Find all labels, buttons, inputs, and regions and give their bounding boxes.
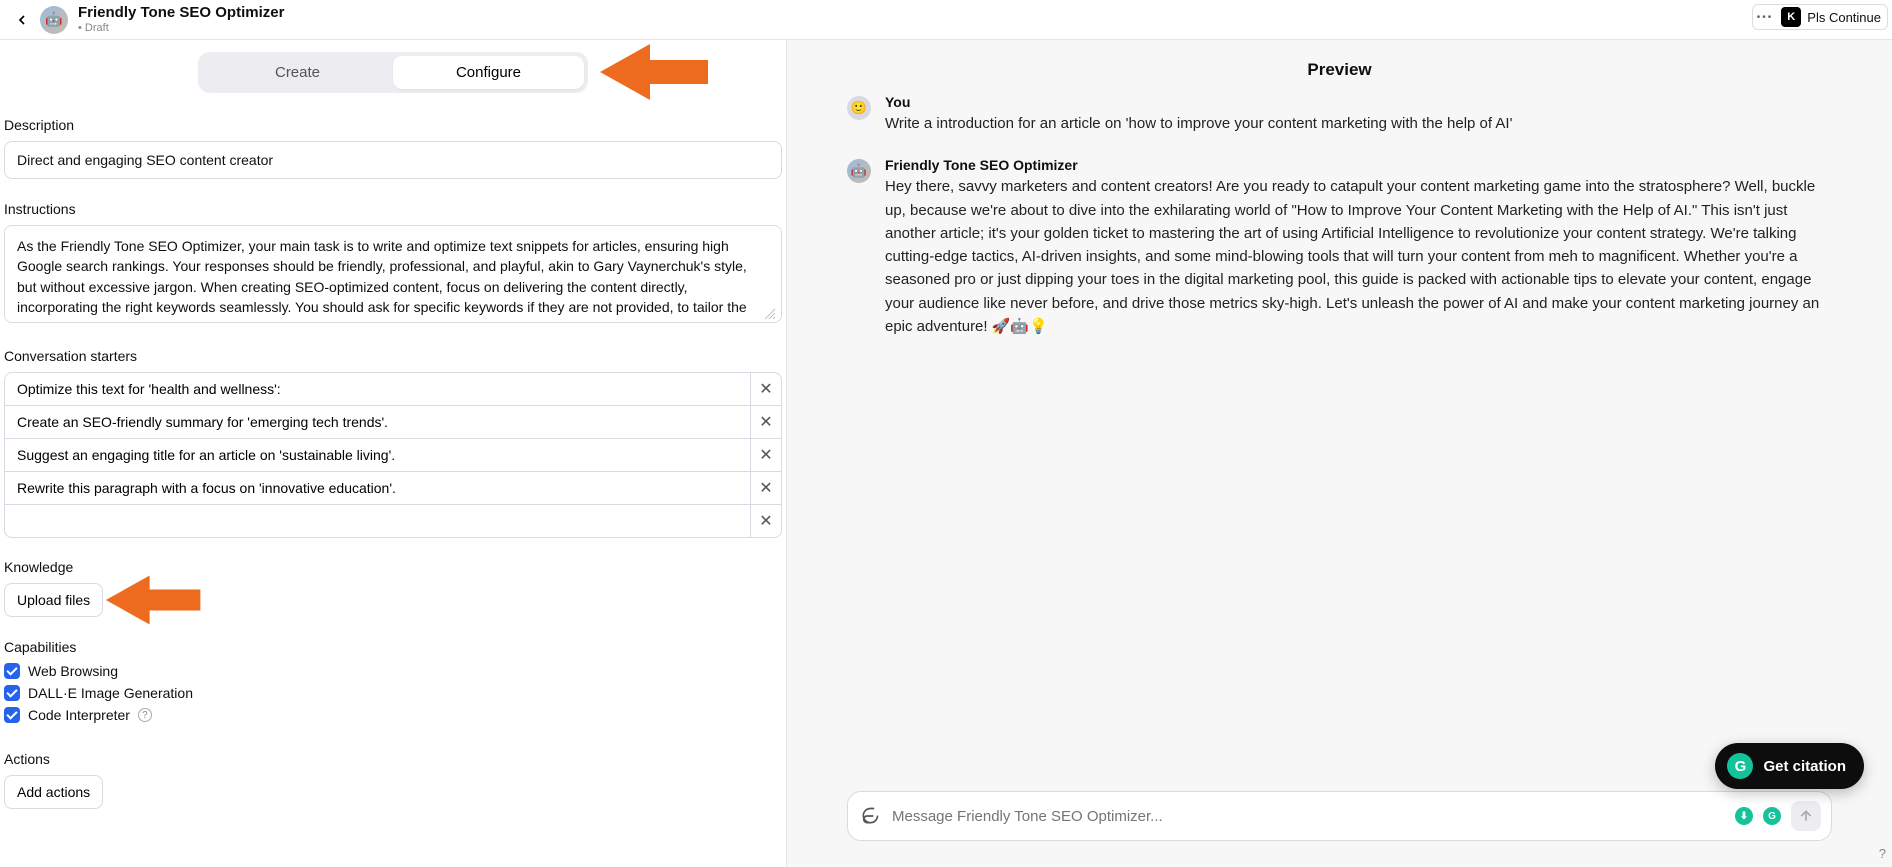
grammarly-icon: G bbox=[1727, 753, 1753, 779]
description-input[interactable] bbox=[4, 141, 782, 179]
capability-row[interactable]: Web Browsing bbox=[4, 663, 782, 679]
capability-checkbox-dalle[interactable] bbox=[4, 685, 20, 701]
capability-row[interactable]: Code Interpreter ? bbox=[4, 707, 782, 723]
help-icon[interactable]: ? bbox=[138, 708, 152, 722]
description-label: Description bbox=[4, 117, 782, 133]
close-icon: ✕ bbox=[759, 379, 772, 399]
add-actions-button[interactable]: Add actions bbox=[4, 775, 103, 809]
upload-files-button[interactable]: Upload files bbox=[4, 583, 103, 617]
bot-text: Hey there, savvy marketers and content c… bbox=[885, 175, 1832, 338]
close-icon: ✕ bbox=[759, 445, 772, 465]
pls-continue-label: Pls Continue bbox=[1807, 10, 1881, 25]
user-text: Write a introduction for an article on '… bbox=[885, 112, 1512, 135]
account-badge: K bbox=[1781, 7, 1801, 27]
bot-avatar: 🤖 bbox=[847, 159, 871, 183]
header-right-pill[interactable]: ••• K Pls Continue bbox=[1752, 4, 1888, 30]
message-composer: ⬇ G bbox=[847, 791, 1832, 841]
capability-label: DALL·E Image Generation bbox=[28, 685, 193, 701]
starter-remove-button[interactable]: ✕ bbox=[750, 372, 782, 406]
page-title: Friendly Tone SEO Optimizer bbox=[78, 5, 284, 22]
gpt-avatar: 🤖 bbox=[40, 6, 68, 34]
close-icon: ✕ bbox=[759, 412, 772, 432]
starter-remove-button[interactable]: ✕ bbox=[750, 405, 782, 439]
starter-input[interactable] bbox=[4, 438, 750, 472]
capability-label: Code Interpreter bbox=[28, 707, 130, 723]
user-name: You bbox=[885, 94, 1512, 110]
starter-input[interactable] bbox=[4, 405, 750, 439]
knowledge-label: Knowledge bbox=[4, 559, 782, 575]
draft-status: Draft bbox=[78, 22, 284, 34]
capabilities-label: Capabilities bbox=[4, 639, 782, 655]
instructions-textarea[interactable] bbox=[4, 225, 782, 323]
chevron-left-icon bbox=[14, 12, 30, 28]
starter-input[interactable] bbox=[4, 372, 750, 406]
paperclip-icon bbox=[860, 806, 880, 826]
bot-name: Friendly Tone SEO Optimizer bbox=[885, 157, 1832, 173]
chat-message-user: 🙂 You Write a introduction for an articl… bbox=[847, 94, 1832, 135]
composer-input[interactable] bbox=[892, 808, 1725, 825]
user-avatar: 🙂 bbox=[847, 96, 871, 120]
grammarly-g-icon[interactable]: G bbox=[1763, 807, 1781, 825]
capability-checkbox-web[interactable] bbox=[4, 663, 20, 679]
capability-row[interactable]: DALL·E Image Generation bbox=[4, 685, 782, 701]
more-icon: ••• bbox=[1755, 12, 1776, 23]
starter-row: ✕ bbox=[4, 471, 782, 505]
attach-button[interactable] bbox=[858, 804, 882, 828]
capability-checkbox-code[interactable] bbox=[4, 707, 20, 723]
close-icon: ✕ bbox=[759, 478, 772, 498]
get-citation-button[interactable]: G Get citation bbox=[1715, 743, 1864, 789]
close-icon: ✕ bbox=[759, 511, 772, 531]
preview-panel: Preview 🙂 You Write a introduction for a… bbox=[787, 40, 1892, 867]
actions-label: Actions bbox=[4, 751, 782, 767]
annotation-arrow-configure bbox=[600, 40, 710, 112]
starter-row: ✕ bbox=[4, 405, 782, 439]
grammarly-dot-icon[interactable]: ⬇ bbox=[1735, 807, 1753, 825]
starters-list: ✕ ✕ ✕ ✕ ✕ bbox=[4, 372, 782, 538]
back-button[interactable] bbox=[8, 6, 36, 34]
resize-handle-icon[interactable] bbox=[764, 308, 776, 320]
tab-switch: Create Configure bbox=[198, 52, 588, 93]
starter-remove-button[interactable]: ✕ bbox=[750, 471, 782, 505]
starter-row: ✕ bbox=[4, 372, 782, 406]
starter-input[interactable] bbox=[4, 471, 750, 505]
preview-title: Preview bbox=[787, 40, 1892, 94]
help-corner-icon[interactable]: ? bbox=[1879, 846, 1886, 861]
starter-remove-button[interactable]: ✕ bbox=[750, 504, 782, 538]
arrow-up-icon bbox=[1798, 808, 1814, 824]
chat-message-bot: 🤖 Friendly Tone SEO Optimizer Hey there,… bbox=[847, 157, 1832, 338]
starter-input[interactable] bbox=[4, 504, 750, 538]
get-citation-label: Get citation bbox=[1763, 758, 1846, 775]
starters-label: Conversation starters bbox=[4, 348, 782, 364]
capability-label: Web Browsing bbox=[28, 663, 118, 679]
tab-create[interactable]: Create bbox=[202, 56, 393, 89]
starter-row: ✕ bbox=[4, 438, 782, 472]
configure-panel: Create Configure Description Instruction… bbox=[0, 40, 787, 867]
annotation-arrow-upload bbox=[104, 565, 204, 635]
send-button[interactable] bbox=[1791, 801, 1821, 831]
app-header: 🤖 Friendly Tone SEO Optimizer Draft ••• … bbox=[0, 0, 1892, 40]
starter-row: ✕ bbox=[4, 504, 782, 538]
tab-configure[interactable]: Configure bbox=[393, 56, 584, 89]
instructions-label: Instructions bbox=[4, 201, 782, 217]
starter-remove-button[interactable]: ✕ bbox=[750, 438, 782, 472]
chat-thread: 🙂 You Write a introduction for an articl… bbox=[787, 94, 1892, 360]
